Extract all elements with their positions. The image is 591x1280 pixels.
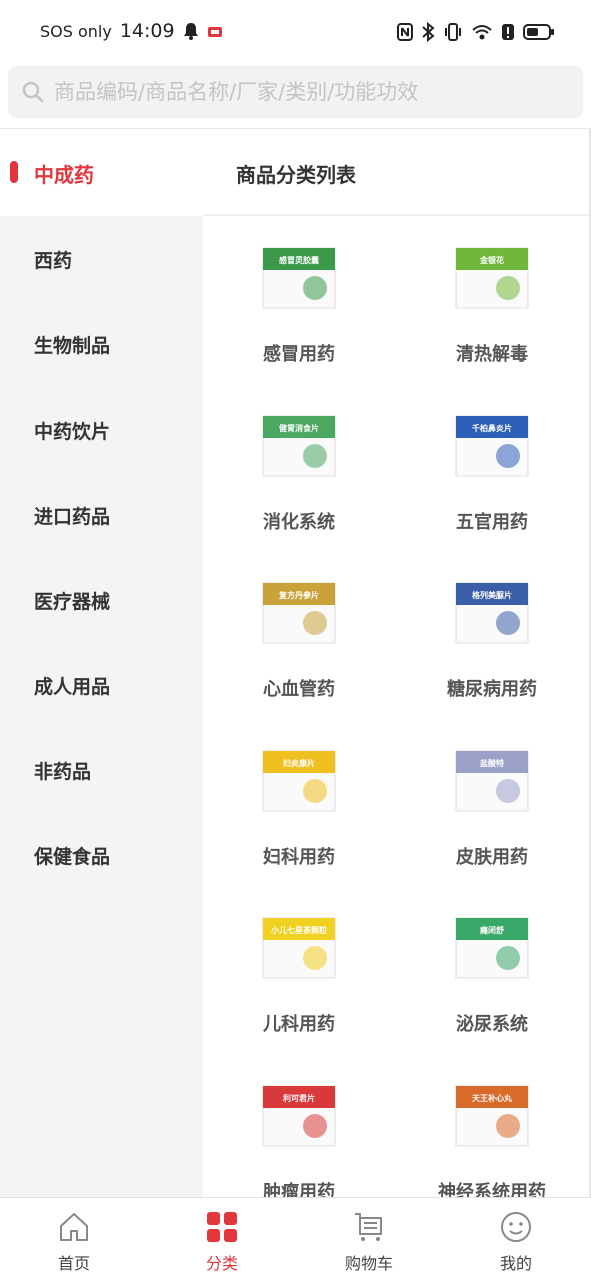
category-label: 妇科用药 — [263, 846, 335, 868]
bottom-nav: 首页 分类 购物车 我的 — [0, 1197, 591, 1280]
category-item[interactable]: 健胃消食片 消化系统 — [204, 406, 394, 534]
sidebar-item-中成药[interactable]: 中成药 — [34, 159, 94, 188]
category-label: 感冒用药 — [263, 344, 335, 365]
bell-icon — [183, 23, 198, 40]
nav-cart[interactable]: 购物车 — [319, 1210, 419, 1274]
nfc-icon — [397, 23, 413, 41]
active-indicator — [10, 161, 18, 183]
category-sidebar: 中成药 西药 生物制品 中药饮片 进口药品 医疗器械 成人用品 非药品 保健食品 — [0, 129, 203, 1197]
category-label: 消化系统 — [263, 511, 335, 533]
sidebar-item-保健食品[interactable]: 保健食品 — [34, 842, 110, 869]
page-title: 商品分类列表 — [236, 163, 356, 187]
smiley-profile-icon — [501, 1212, 531, 1242]
category-label: 糖尿病用药 — [447, 679, 537, 700]
product-box-image: 复方丹参片 — [262, 582, 336, 644]
product-box-text: 小儿七星茶颗粒 — [270, 925, 327, 935]
search-bar[interactable] — [8, 66, 583, 118]
category-item[interactable]: 复方丹参片 心血管药 — [204, 573, 394, 701]
product-box-text: 天王补心丸 — [472, 1093, 513, 1103]
product-box-text: 千柏鼻炎片 — [472, 423, 512, 433]
product-box-image: 妇炎康片 — [262, 750, 336, 811]
category-item[interactable]: 盐酸特 皮肤用药 — [397, 741, 587, 869]
nav-profile[interactable]: 我的 — [466, 1210, 566, 1274]
sidebar-item-医疗器械[interactable]: 医疗器械 — [34, 587, 110, 614]
search-input[interactable] — [54, 80, 574, 104]
battery-icon — [523, 24, 554, 40]
product-box-image: 癃闭舒 — [455, 917, 529, 979]
product-box-image: 格列美脲片 — [455, 582, 529, 644]
nav-label: 我的 — [499, 1254, 532, 1273]
category-item[interactable]: 利可君片 肿瘤用药 — [204, 1076, 394, 1204]
wifi-icon — [472, 25, 492, 40]
product-box-image: 感冒灵胶囊 — [262, 247, 336, 309]
nav-home[interactable]: 首页 — [24, 1210, 124, 1274]
cart-icon — [355, 1213, 382, 1241]
category-item[interactable]: 天王补心丸 神经系统用药 — [397, 1076, 587, 1204]
sidebar-item-中药饮片[interactable]: 中药饮片 — [34, 417, 110, 444]
product-box-image: 健胃消食片 — [262, 415, 336, 476]
category-label: 儿科用药 — [263, 1014, 335, 1035]
category-item[interactable]: 金银花 清热解毒 — [397, 238, 587, 366]
category-label: 泌尿系统 — [456, 1014, 528, 1035]
product-box-text: 利可君片 — [282, 1093, 315, 1103]
main-header: 商品分类列表 — [203, 129, 591, 216]
category-grid-icon — [207, 1212, 237, 1242]
home-icon — [60, 1213, 88, 1241]
app-notification-icon — [207, 27, 222, 37]
sidebar-item-生物制品[interactable]: 生物制品 — [34, 331, 110, 358]
sidebar-item-西药[interactable]: 西药 — [34, 246, 72, 273]
nav-label: 首页 — [57, 1254, 90, 1273]
product-box-image: 天王补心丸 — [455, 1085, 529, 1146]
search-icon — [22, 81, 44, 103]
category-item[interactable]: 妇炎康片 妇科用药 — [204, 741, 394, 869]
clock: 14:09 — [119, 20, 175, 42]
product-box-text: 健胃消食片 — [279, 423, 319, 433]
product-box-text: 癃闭舒 — [479, 925, 504, 935]
product-box-text: 格列美脲片 — [472, 590, 512, 600]
product-box-text: 复方丹参片 — [278, 590, 319, 600]
sidebar-item-非药品[interactable]: 非药品 — [34, 757, 91, 784]
category-label: 心血管药 — [263, 679, 335, 700]
category-item[interactable]: 感冒灵胶囊 感冒用药 — [204, 238, 394, 366]
category-item[interactable]: 小儿七星茶颗粒儿科用药 — [204, 908, 394, 1036]
product-box-image: 利可君片 — [262, 1085, 336, 1146]
nav-label: 购物车 — [344, 1254, 393, 1273]
divider — [203, 214, 591, 216]
nav-category[interactable]: 分类 — [172, 1210, 272, 1274]
product-box-text: 金银花 — [479, 255, 504, 265]
category-label: 清热解毒 — [456, 344, 528, 365]
category-label: 皮肤用药 — [456, 846, 528, 868]
carrier-text: SOS only — [40, 21, 112, 41]
product-box-text: 盐酸特 — [480, 758, 504, 768]
product-box-text: 感冒灵胶囊 — [279, 255, 320, 265]
bluetooth-icon — [422, 22, 435, 42]
sidebar-active-bg — [0, 129, 203, 216]
vibrate-icon — [445, 23, 461, 41]
category-item[interactable]: 癃闭舒 泌尿系统 — [397, 908, 587, 1036]
product-box-text: 妇炎康片 — [282, 758, 315, 768]
category-item[interactable]: 千柏鼻炎片 五官用药 — [397, 406, 587, 534]
category-item[interactable]: 格列美脲片糖尿病用药 — [397, 573, 587, 701]
product-box-image: 盐酸特 — [455, 750, 529, 811]
product-box-image: 金银花 — [455, 247, 529, 309]
sidebar-item-成人用品[interactable]: 成人用品 — [34, 672, 110, 699]
nav-label: 分类 — [205, 1254, 238, 1273]
product-box-image: 千柏鼻炎片 — [455, 415, 529, 476]
status-bar: SOS only 14:09 — [0, 0, 591, 64]
product-box-image: 小儿七星茶颗粒 — [262, 917, 336, 979]
alert-icon — [502, 24, 514, 40]
category-label: 五官用药 — [456, 511, 528, 533]
sidebar-item-进口药品[interactable]: 进口药品 — [34, 502, 110, 529]
